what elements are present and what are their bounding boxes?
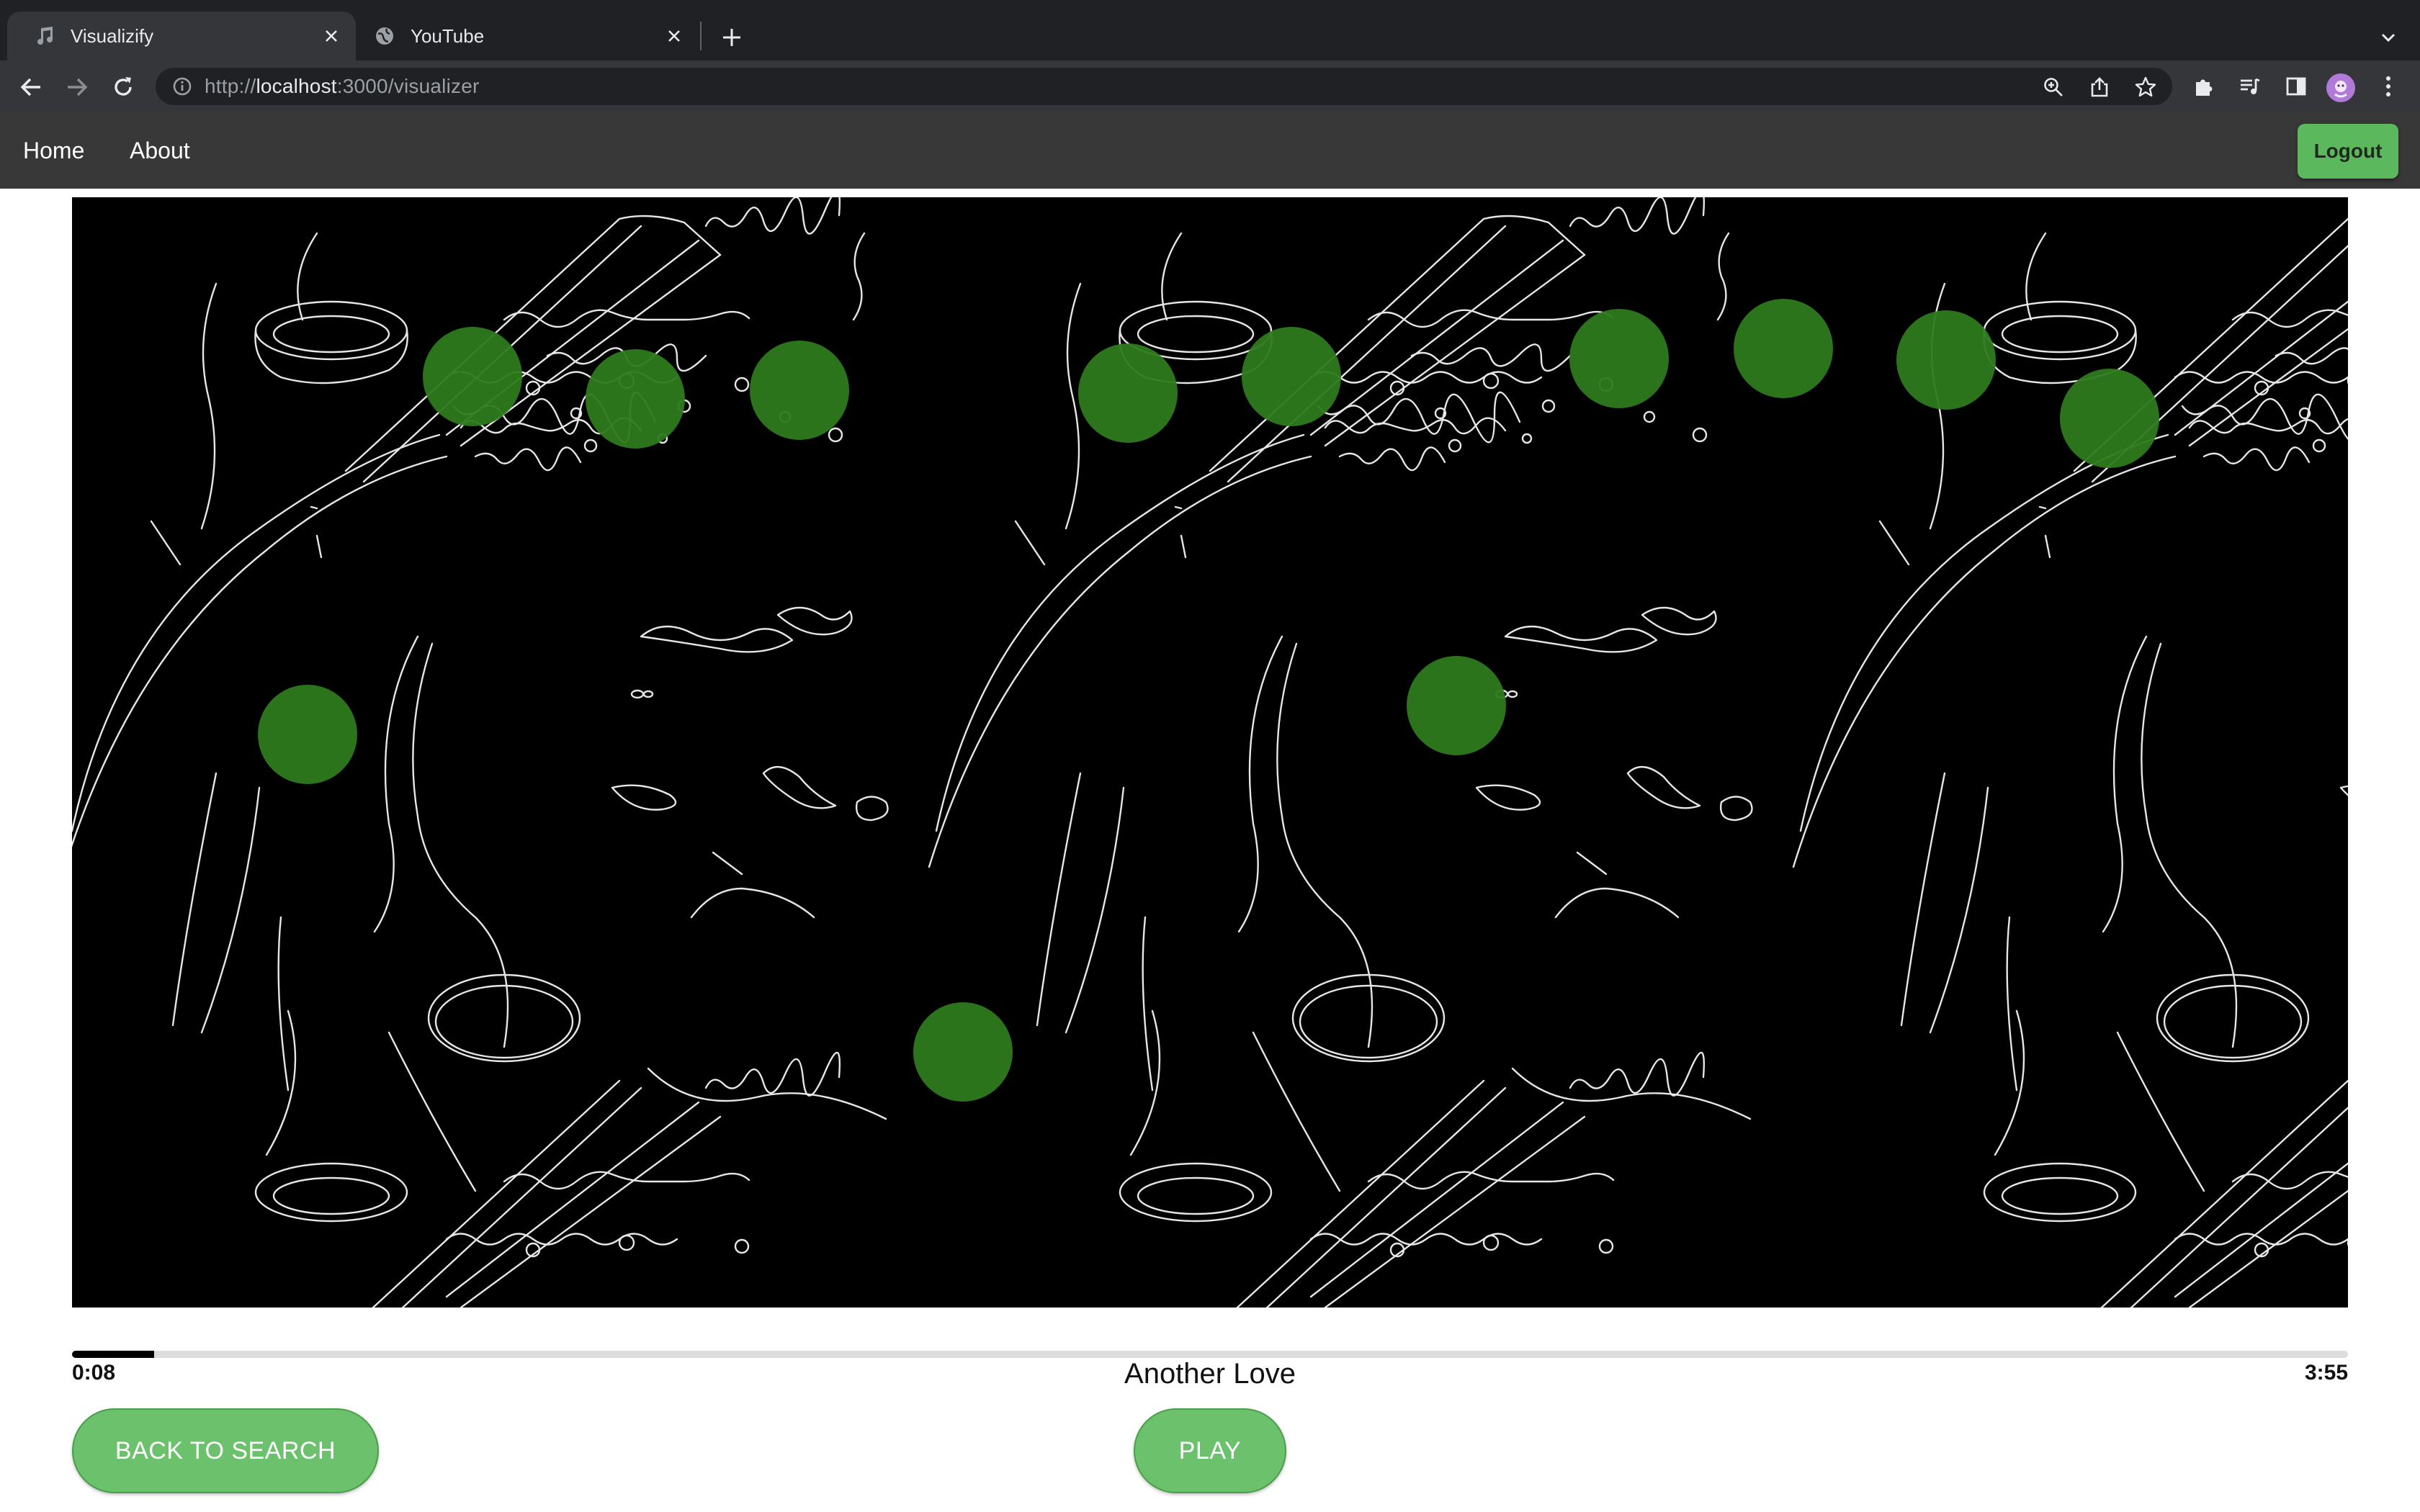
browser-tab-strip: Visualizify YouTube [0, 0, 2420, 60]
beat-circle [1407, 656, 1506, 755]
back-arrow-icon[interactable] [14, 71, 48, 104]
globe-icon [373, 24, 396, 48]
current-time: 0:08 [72, 1361, 116, 1385]
address-bar[interactable]: http://localhost:3000/visualizer [156, 68, 2172, 105]
forward-arrow-icon[interactable] [60, 71, 94, 104]
nav-link-home[interactable]: Home [23, 132, 84, 168]
visualizer-canvas[interactable] [72, 197, 2348, 1308]
beat-circle [1896, 310, 1996, 410]
song-progress-fill [72, 1351, 154, 1358]
url-path: :3000/visualizer [336, 75, 480, 97]
zoom-icon[interactable] [2041, 75, 2066, 99]
tab-separator [700, 22, 702, 50]
app-navbar: Home About Logout [0, 112, 2420, 189]
song-progress-bar[interactable] [72, 1351, 2348, 1358]
beat-circle [258, 685, 357, 784]
beat-circle [1569, 309, 1669, 408]
nav-link-about[interactable]: About [130, 132, 190, 168]
beat-circle [913, 1002, 1013, 1102]
share-icon[interactable] [2087, 75, 2112, 99]
edge-detected-artwork [72, 197, 2348, 1308]
tab-youtube[interactable]: YouTube [356, 12, 699, 60]
song-title: Another Love [1124, 1358, 1296, 1390]
url-text: http://localhost:3000/visualizer [205, 75, 480, 98]
close-tab-icon[interactable] [317, 22, 346, 50]
url-scheme: http:// [205, 75, 256, 97]
music-note-icon [33, 24, 56, 48]
total-time: 3:55 [2304, 1361, 2348, 1385]
tab-title: YouTube [411, 24, 485, 47]
beat-circle [750, 341, 849, 440]
media-queue-icon[interactable] [2236, 72, 2264, 101]
beat-circle [2060, 369, 2159, 468]
browser-menu-dots-icon[interactable] [2374, 72, 2403, 101]
site-info-icon[interactable] [171, 76, 193, 97]
beat-circle [1734, 299, 1833, 398]
back-to-search-button[interactable]: BACK TO SEARCH [72, 1408, 379, 1493]
extensions-puzzle-icon[interactable] [2190, 72, 2218, 101]
reload-icon[interactable] [107, 71, 140, 104]
beat-circle [1078, 343, 1178, 443]
url-host: localhost [256, 75, 337, 97]
tab-visualizify[interactable]: Visualizify [7, 12, 356, 60]
bookmark-star-icon[interactable] [2133, 75, 2158, 99]
beat-circle [586, 349, 685, 449]
profile-avatar[interactable] [2326, 73, 2355, 102]
side-panel-icon[interactable] [2282, 72, 2311, 101]
browser-toolbar: http://localhost:3000/visualizer [0, 60, 2420, 112]
beat-circle [423, 327, 522, 426]
tab-search-chevron-down-icon[interactable] [2370, 19, 2407, 56]
tab-title: Visualizify [71, 24, 154, 47]
close-tab-icon[interactable] [660, 22, 689, 50]
beat-circle [1242, 327, 1341, 426]
new-tab-plus-icon[interactable] [713, 19, 750, 56]
play-button[interactable]: PLAY [1134, 1408, 1286, 1493]
logout-button[interactable]: Logout [2298, 124, 2398, 179]
